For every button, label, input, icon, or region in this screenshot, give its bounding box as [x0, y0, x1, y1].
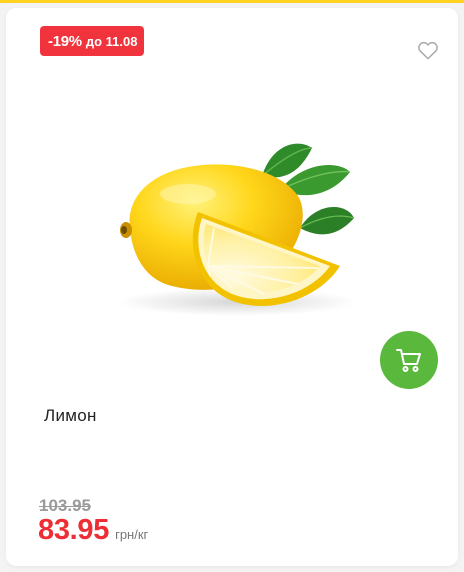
product-card[interactable]: -19% до 11.08 Лимон 103.95 83.95 грн/кг: [6, 8, 458, 566]
top-accent-line: [0, 0, 464, 3]
shopping-cart-icon: [396, 349, 421, 372]
old-price: 103.95: [39, 496, 91, 515]
discount-percent: -19%: [48, 32, 82, 50]
product-name[interactable]: Лимон: [44, 406, 97, 426]
product-image: [117, 143, 357, 316]
price-unit: грн/кг: [115, 527, 149, 542]
discount-badge: -19% до 11.08: [40, 26, 145, 56]
price-row: 83.95 грн/кг: [38, 514, 148, 547]
heart-outline-icon: [418, 41, 438, 60]
current-price: 83.95: [38, 514, 110, 546]
favorite-button[interactable]: [414, 36, 442, 64]
discount-until-date: до 11.08: [85, 33, 138, 49]
add-to-cart-button[interactable]: [380, 331, 438, 389]
